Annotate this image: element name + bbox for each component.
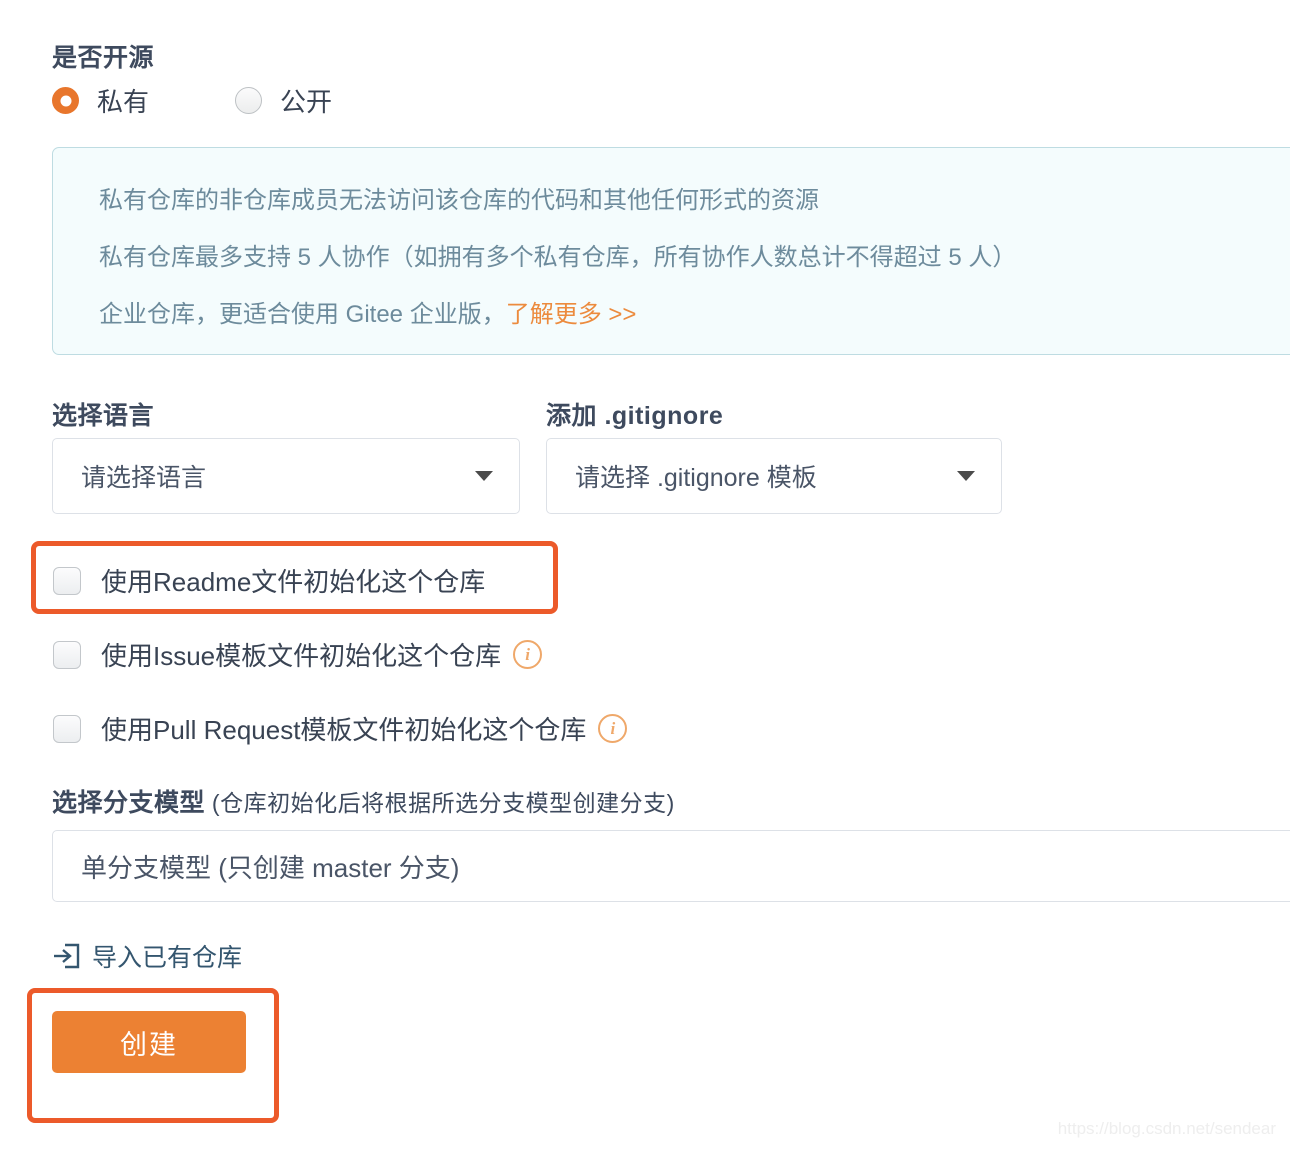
note-line-1: 私有仓库的非仓库成员无法访问该仓库的代码和其他任何形式的资源 [99, 187, 819, 214]
readme-checkbox[interactable] [53, 566, 81, 595]
pr-template-checkbox[interactable] [53, 714, 81, 743]
note-line-3: 企业仓库，更适合使用 Gitee 企业版，了解更多 >> [99, 294, 636, 329]
import-existing-repo-link[interactable]: 导入已有仓库 [52, 938, 242, 974]
gitignore-label: 添加 .gitignore [546, 402, 724, 430]
issue-template-checkbox[interactable] [53, 640, 81, 669]
chevron-down-icon [475, 471, 493, 481]
watermark: https://blog.csdn.net/sendear [1057, 1119, 1276, 1138]
radio-private-indicator[interactable] [52, 87, 79, 114]
chevron-down-icon [957, 471, 975, 481]
branch-model-select[interactable]: 单分支模型 (只创建 master 分支) [52, 830, 1290, 902]
checkbox-row-pr-template[interactable]: 使用Pull Request模板文件初始化这个仓库 i [53, 710, 628, 747]
info-circle-icon[interactable]: i [598, 714, 628, 743]
gitignore-select-value: 请选择 .gitignore 模板 [575, 464, 817, 492]
gitignore-select[interactable]: 请选择 .gitignore 模板 [546, 438, 1002, 514]
language-select-value: 请选择语言 [81, 464, 207, 492]
pr-template-checkbox-label: 使用Pull Request模板文件初始化这个仓库 [101, 715, 587, 745]
branch-model-label: 选择分支模型 (仓库初始化后将根据所选分支模型创建分支) [52, 783, 675, 819]
private-repo-note: 私有仓库的非仓库成员无法访问该仓库的代码和其他任何形式的资源 私有仓库最多支持 … [52, 147, 1290, 355]
radio-option-private[interactable]: 私有 [52, 82, 149, 119]
visibility-label: 是否开源 [52, 44, 155, 72]
language-label: 选择语言 [52, 402, 155, 430]
radio-private-label: 私有 [97, 87, 150, 117]
language-select[interactable]: 请选择语言 [52, 438, 520, 514]
branch-model-label-sub: (仓库初始化后将根据所选分支模型创建分支) [205, 790, 675, 816]
branch-model-label-main: 选择分支模型 [52, 789, 206, 817]
import-repository-icon [54, 943, 80, 969]
checkbox-row-issue-template[interactable]: 使用Issue模板文件初始化这个仓库 i [53, 636, 543, 673]
branch-model-select-value: 单分支模型 (只创建 master 分支) [81, 852, 460, 883]
note-line-3-text: 企业仓库，更适合使用 Gitee 企业版， [99, 301, 506, 328]
create-button[interactable]: 创建 [52, 1011, 246, 1073]
learn-more-link[interactable]: 了解更多 >> [506, 301, 637, 328]
readme-checkbox-label: 使用Readme文件初始化这个仓库 [101, 567, 486, 597]
visibility-radio-group: 私有 公开 [52, 82, 418, 119]
import-existing-repo-label: 导入已有仓库 [92, 944, 243, 972]
radio-public-indicator[interactable] [235, 87, 263, 114]
radio-public-label: 公开 [280, 87, 333, 117]
issue-template-checkbox-label: 使用Issue模板文件初始化这个仓库 [101, 641, 502, 671]
info-circle-icon[interactable]: i [513, 640, 543, 669]
radio-option-public[interactable]: 公开 [235, 82, 332, 119]
create-repository-form: 是否开源 私有 公开 私有仓库的非仓库成员无法访问该仓库的代码和其他任何形式的资… [0, 0, 1290, 1152]
note-line-2: 私有仓库最多支持 5 人协作（如拥有多个私有仓库，所有协作人数总计不得超过 5 … [99, 244, 1017, 271]
checkbox-row-readme[interactable]: 使用Readme文件初始化这个仓库 [53, 562, 485, 599]
